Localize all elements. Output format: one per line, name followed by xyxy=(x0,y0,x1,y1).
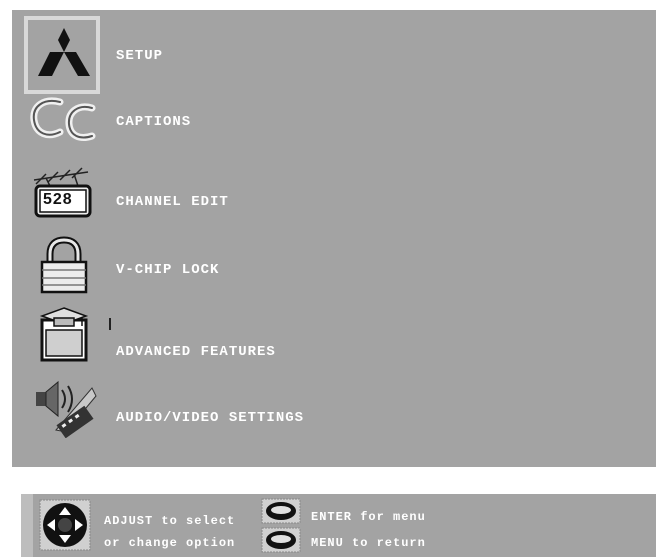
menu-item-audio-video-settings[interactable]: AUDIO/VIDEO SETTINGS xyxy=(12,374,656,438)
button-help-panel: ADJUST to select or change option ENTER … xyxy=(21,494,656,557)
channel-528-icon: 528 xyxy=(26,166,102,230)
speaker-film-icon xyxy=(26,374,102,438)
help-panel-edge xyxy=(21,494,33,557)
menu-button-icon xyxy=(261,527,301,558)
menu-item-v-chip-lock[interactable]: V-CHIP LOCK xyxy=(12,234,656,298)
main-menu-panel: SETUP CAPTIONS 528 CHANNEL EDIT V-CHIP L… xyxy=(12,10,656,467)
graduation-cap-box-icon xyxy=(26,304,102,368)
menu-label-channel-edit: CHANNEL EDIT xyxy=(116,194,229,210)
menu-label-v-chip-lock: V-CHIP LOCK xyxy=(116,262,220,278)
menu-label-audio-video-settings: AUDIO/VIDEO SETTINGS xyxy=(116,410,305,426)
menu-label-advanced-features: ADVANCED FEATURES xyxy=(116,344,276,360)
menu-label-setup: SETUP xyxy=(116,48,164,64)
adjust-dpad-icon xyxy=(39,499,91,556)
menu-label-captions: CAPTIONS xyxy=(116,114,192,130)
menu-help-text: MENU to return xyxy=(311,536,426,550)
channel-number-text: 528 xyxy=(43,191,73,208)
adjust-line-2: or change option xyxy=(104,536,236,550)
menu-item-setup[interactable]: SETUP xyxy=(12,24,656,88)
enter-help-text: ENTER for menu xyxy=(311,510,426,524)
cc-captions-icon xyxy=(26,92,102,156)
mitsubishi-logo-icon xyxy=(26,24,102,88)
menu-item-advanced-features[interactable]: ADVANCED FEATURES xyxy=(12,304,656,368)
adjust-line-1: ADJUST to select xyxy=(104,514,236,528)
padlock-icon xyxy=(26,234,102,298)
enter-button-icon xyxy=(261,498,301,529)
menu-item-captions[interactable]: CAPTIONS xyxy=(12,92,656,156)
menu-item-channel-edit[interactable]: 528 CHANNEL EDIT xyxy=(12,166,656,230)
